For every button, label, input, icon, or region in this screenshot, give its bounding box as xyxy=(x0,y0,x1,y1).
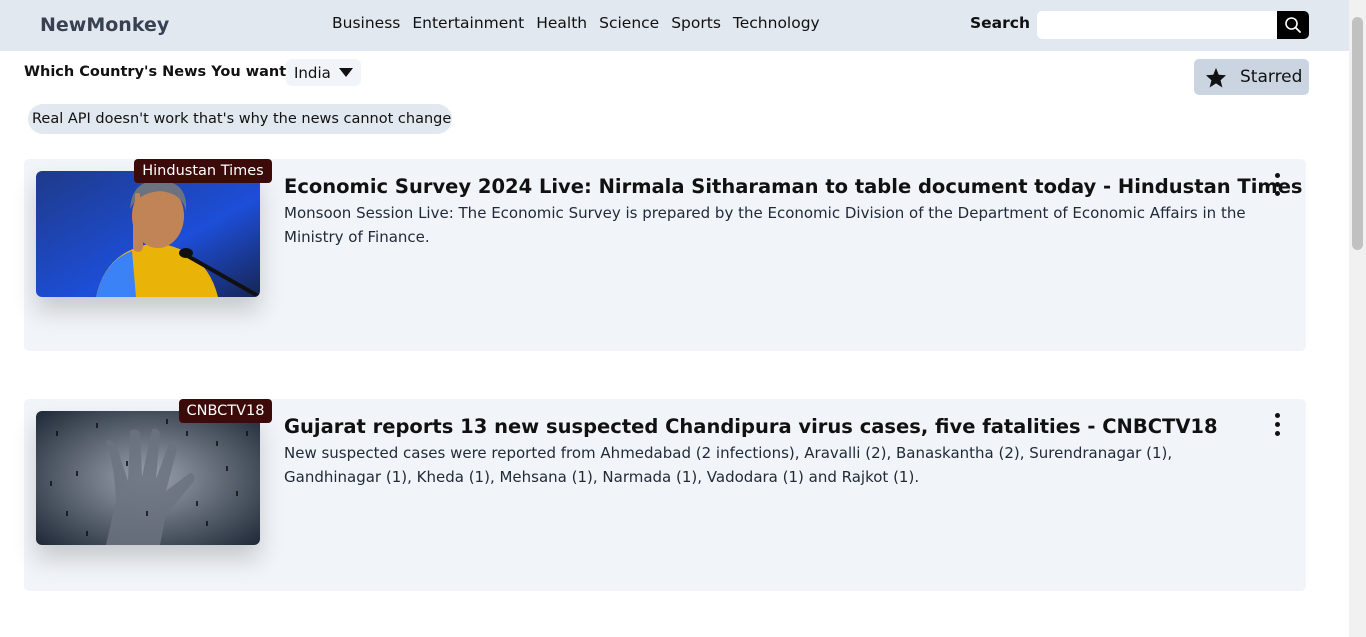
nav-link-technology[interactable]: Technology xyxy=(733,14,820,32)
nav-links: Business Entertainment Health Science Sp… xyxy=(332,14,820,32)
nav-link-business[interactable]: Business xyxy=(332,14,400,32)
article-title[interactable]: Economic Survey 2024 Live: Nirmala Sitha… xyxy=(284,175,1303,198)
nav-link-health[interactable]: Health xyxy=(536,14,587,32)
article-image[interactable] xyxy=(36,171,260,297)
news-card: CNBCTV18 Gujarat reports 13 new suspecte… xyxy=(24,399,1306,591)
search-icon xyxy=(1285,17,1301,33)
search-button[interactable] xyxy=(1277,11,1309,39)
nav-link-science[interactable]: Science xyxy=(599,14,659,32)
more-options-icon[interactable] xyxy=(1267,411,1287,437)
country-select[interactable]: India xyxy=(286,59,361,86)
search-label: Search : xyxy=(970,14,1042,32)
navbar: NewMonkey Business Entertainment Health … xyxy=(0,0,1349,51)
source-badge: Hindustan Times xyxy=(134,159,272,183)
nav-link-sports[interactable]: Sports xyxy=(671,14,721,32)
api-notice: Real API doesn't work that's why the new… xyxy=(28,104,452,134)
article-description: New suspected cases were reported from A… xyxy=(284,444,1173,486)
brand-logo[interactable]: NewMonkey xyxy=(40,14,169,36)
country-selected: India xyxy=(294,63,331,82)
article-description: Monsoon Session Live: The Economic Surve… xyxy=(284,204,1246,246)
scrollbar-thumb[interactable] xyxy=(1352,17,1363,250)
star-icon xyxy=(1205,67,1227,88)
more-options-icon[interactable] xyxy=(1267,171,1287,197)
article-title[interactable]: Gujarat reports 13 new suspected Chandip… xyxy=(284,415,1218,438)
article-image[interactable] xyxy=(36,411,260,545)
starred-button[interactable]: Starred xyxy=(1194,59,1309,95)
source-badge: CNBCTV18 xyxy=(179,399,272,423)
caret-down-icon xyxy=(338,67,353,77)
news-card: Hindustan Times Economic Survey 2024 Liv… xyxy=(24,159,1306,351)
country-label: Which Country's News You want? xyxy=(24,64,295,80)
nav-link-entertainment[interactable]: Entertainment xyxy=(412,14,524,32)
search-input[interactable] xyxy=(1037,11,1278,39)
scrollbar[interactable] xyxy=(1349,0,1366,637)
starred-label: Starred xyxy=(1240,67,1303,87)
